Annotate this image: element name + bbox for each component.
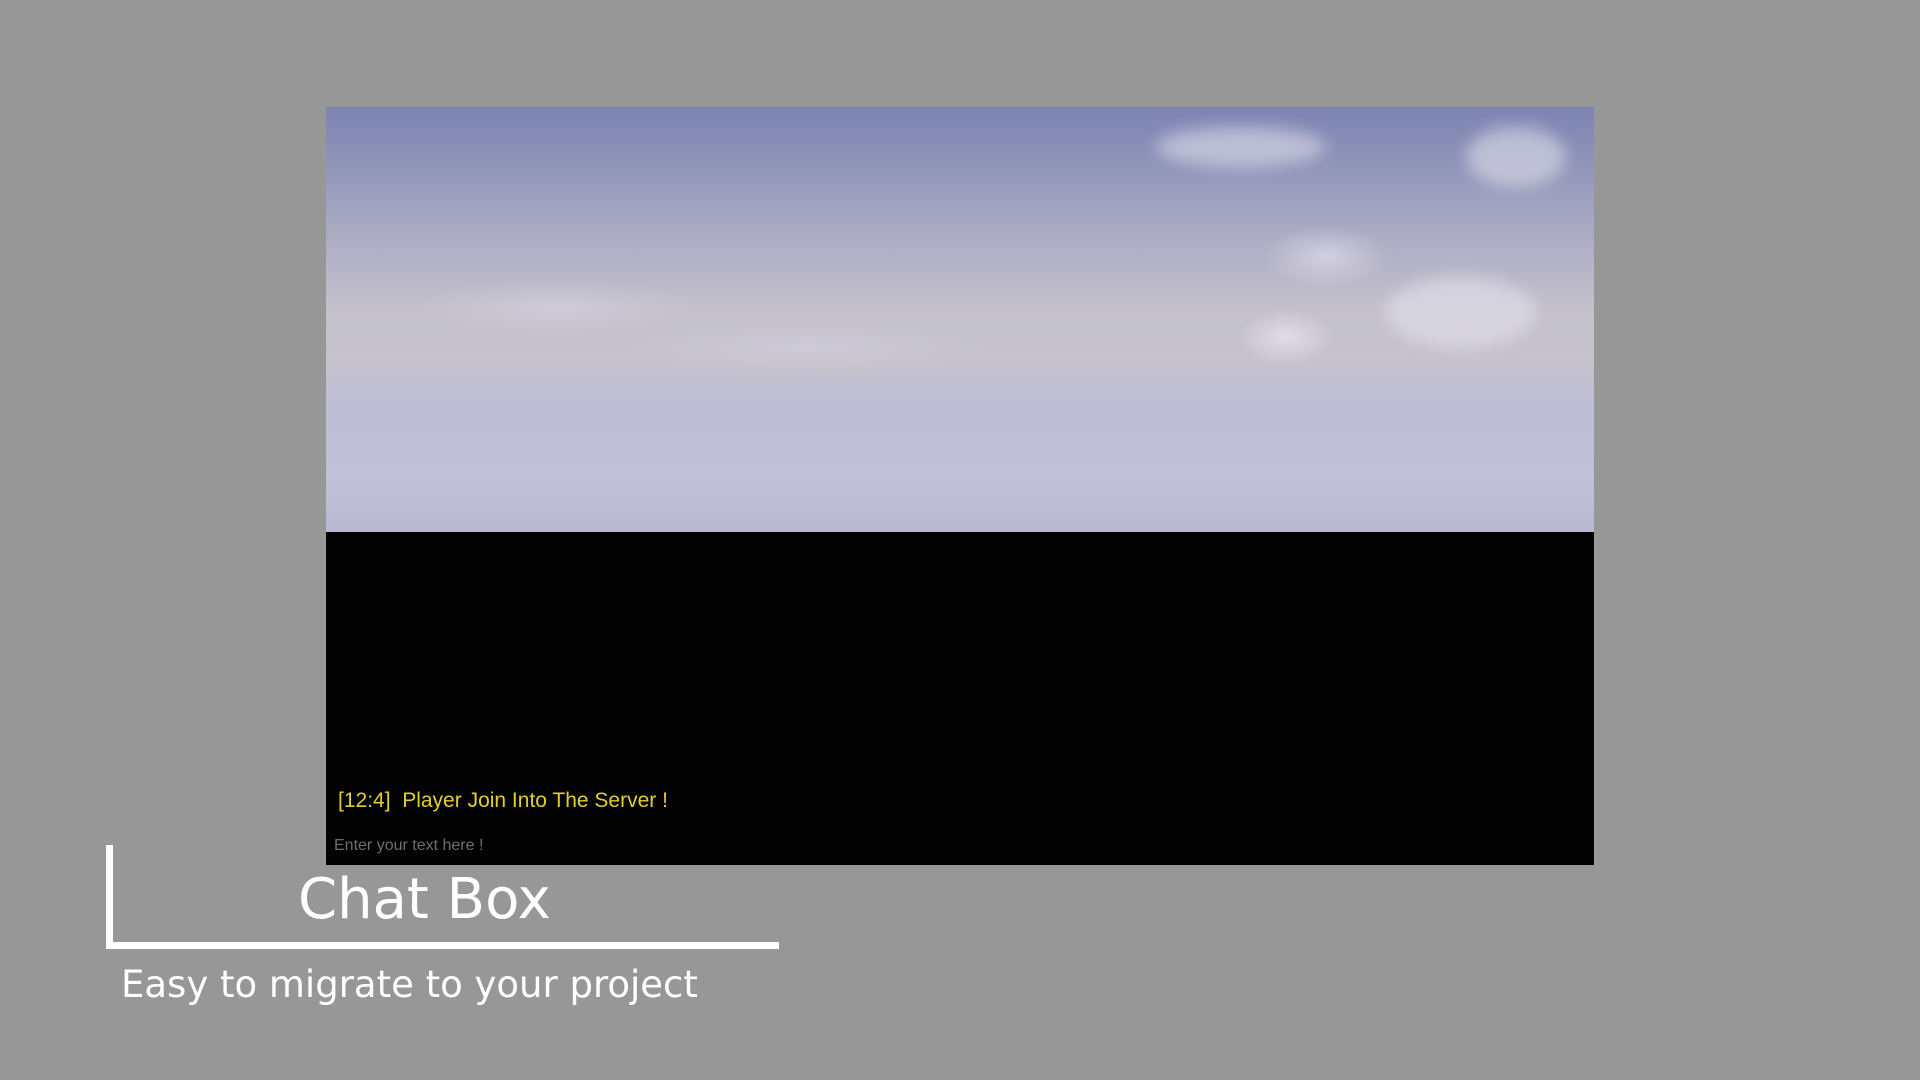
sky	[326, 107, 1594, 532]
page-title: Chat Box	[298, 867, 551, 932]
page: [12:4] Player Join Into The Server ! Cha…	[0, 0, 1920, 1080]
chat-message: [12:4] Player Join Into The Server !	[338, 789, 668, 812]
ground-plane	[326, 532, 1594, 865]
chat-message-list: [12:4] Player Join Into The Server !	[338, 788, 668, 814]
game-viewport[interactable]: [12:4] Player Join Into The Server !	[326, 107, 1594, 865]
page-subtitle: Easy to migrate to your project	[121, 963, 698, 1006]
